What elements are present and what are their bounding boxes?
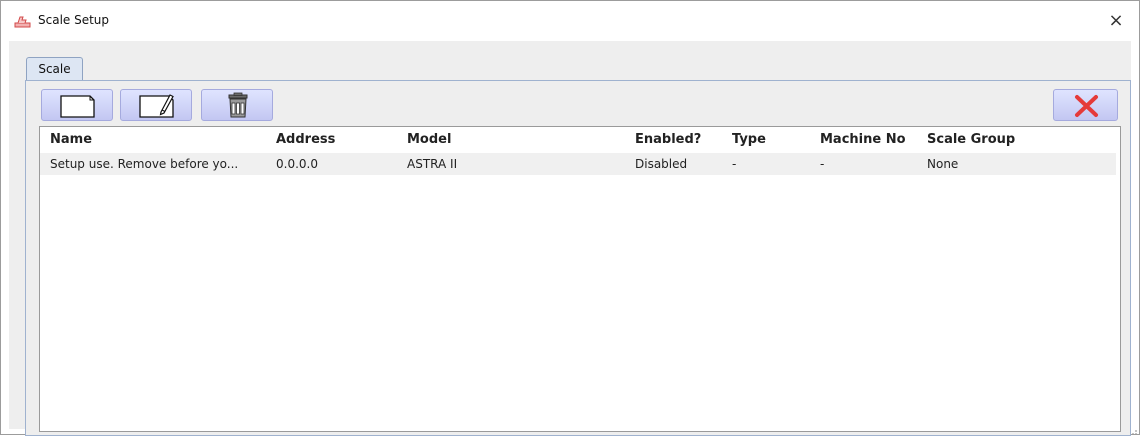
app-icon <box>14 14 31 28</box>
new-document-icon <box>60 95 95 118</box>
cell-model: ASTRA II <box>407 157 458 171</box>
column-header-type[interactable]: Type <box>732 132 766 147</box>
scale-setup-window: Scale Setup × Scale Name Address Model E… <box>0 0 1140 436</box>
column-header-model[interactable]: Model <box>407 132 451 147</box>
column-header-enabled[interactable]: Enabled? <box>635 132 701 147</box>
table-header: Name Address Model Enabled? Type Machine… <box>40 127 1120 153</box>
close-window-button[interactable]: × <box>1101 7 1131 35</box>
table-row[interactable]: Setup use. Remove before yo... 0.0.0.0 A… <box>40 153 1116 175</box>
red-x-icon <box>1075 95 1098 117</box>
scale-table[interactable]: Name Address Model Enabled? Type Machine… <box>39 126 1121 432</box>
column-header-address[interactable]: Address <box>276 132 335 147</box>
scale-tab-panel: Name Address Model Enabled? Type Machine… <box>25 80 1131 436</box>
delete-button[interactable] <box>201 89 273 121</box>
trash-icon <box>228 92 248 118</box>
cell-scale-group: None <box>927 157 959 171</box>
title-bar[interactable]: Scale Setup × <box>1 1 1139 41</box>
cell-machine-no: - <box>820 157 825 171</box>
edit-document-icon <box>139 94 174 118</box>
column-header-scale-group[interactable]: Scale Group <box>927 132 1015 147</box>
edit-button[interactable] <box>120 89 192 121</box>
cell-type: - <box>732 157 737 171</box>
new-button[interactable] <box>41 89 113 121</box>
column-header-name[interactable]: Name <box>50 132 92 147</box>
client-area: Scale Name Address Model Enabled? Type M… <box>9 41 1131 436</box>
cell-name: Setup use. Remove before yo... <box>50 157 239 171</box>
cell-enabled: Disabled <box>635 157 688 171</box>
cell-address: 0.0.0.0 <box>276 157 318 171</box>
column-header-machine-no[interactable]: Machine No <box>820 132 906 147</box>
tab-scale[interactable]: Scale <box>26 57 83 81</box>
close-panel-button[interactable] <box>1053 89 1118 121</box>
window-title: Scale Setup <box>38 13 110 27</box>
resize-grip-icon[interactable] <box>1130 425 1138 435</box>
